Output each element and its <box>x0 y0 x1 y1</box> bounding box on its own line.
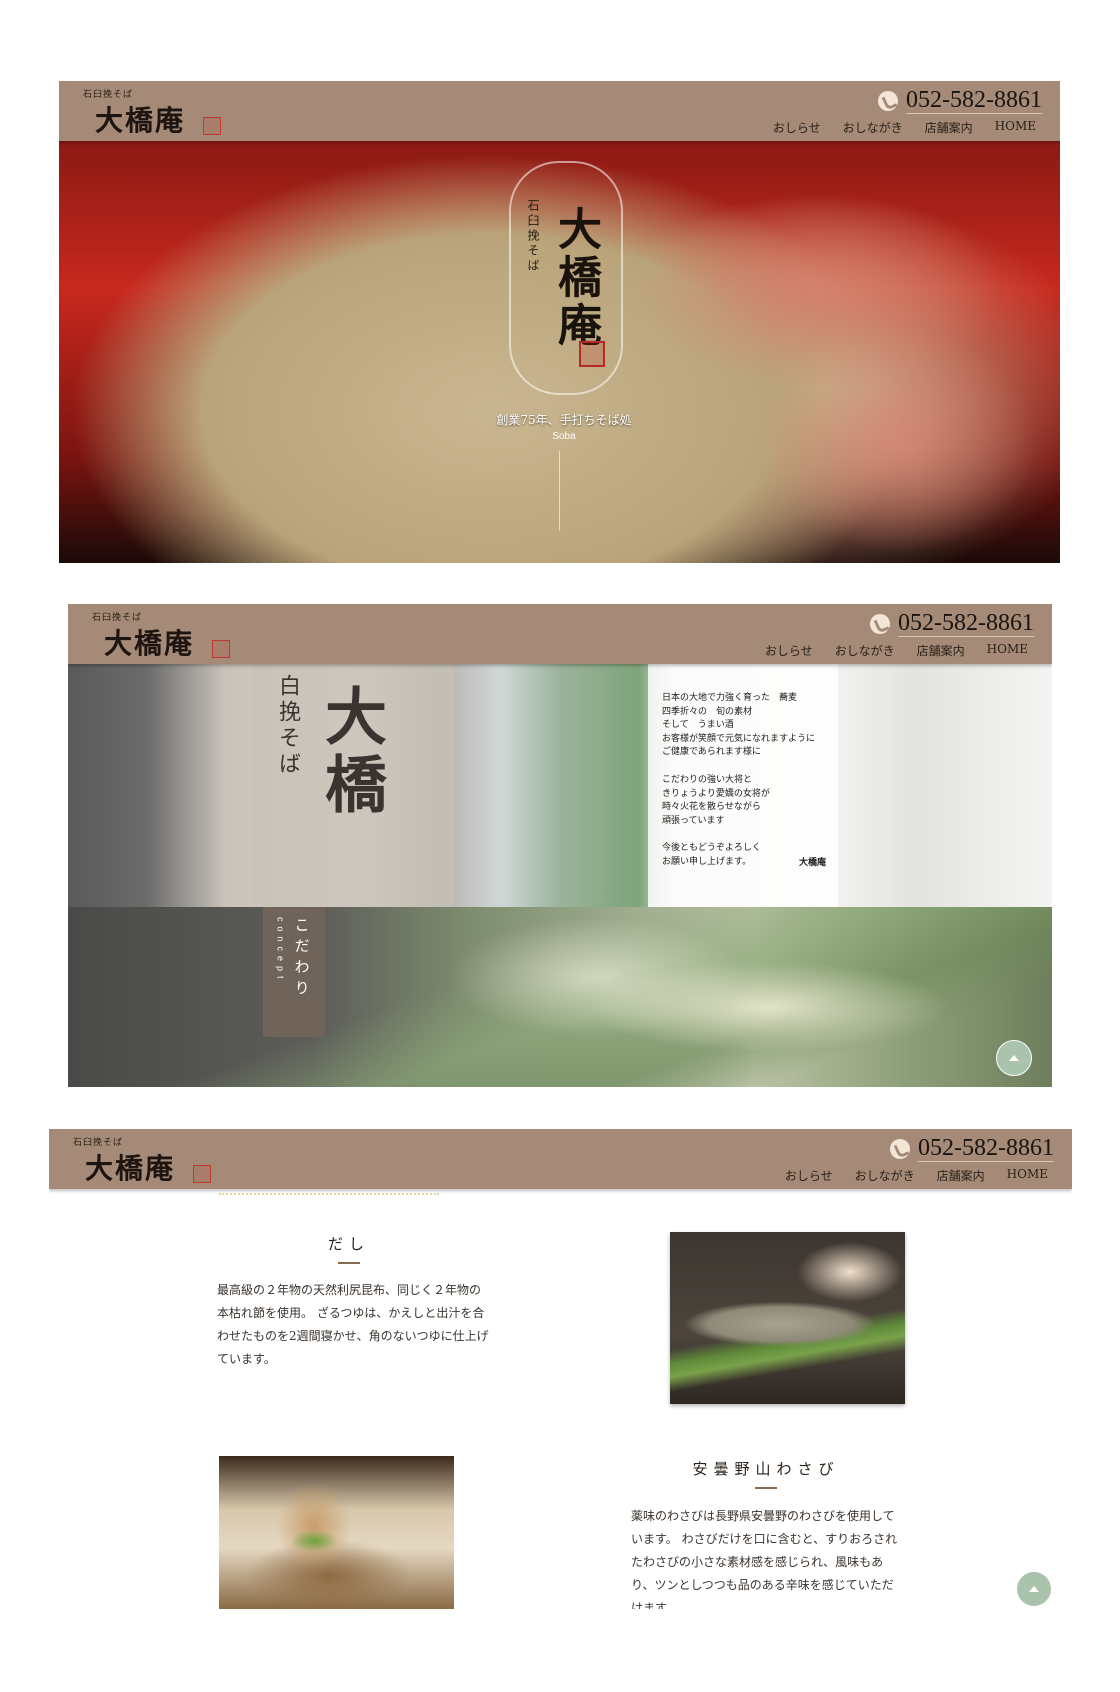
site-logo[interactable]: 石臼挽そば 大橋庵 <box>90 610 230 660</box>
dashi-title: だし <box>299 1233 399 1264</box>
nav-item-news[interactable]: おしらせ <box>773 119 821 136</box>
logo-seal-icon <box>203 117 221 135</box>
site-header: 石臼挽そば 大橋庵 052-582-8861 おしらせ おしながき 店舗案内 H… <box>49 1129 1072 1189</box>
wasabi-text: 薬味のわさびは長野県安曇野のわさびを使用しています。 わさびだけを口に含むと、す… <box>631 1509 898 1609</box>
nav-item-news[interactable]: おしらせ <box>765 642 813 659</box>
owner-message: 日本の大地で力強く育った 蕎麦 四季折々の 旬の素材 そして うまい酒 お客様が… <box>648 664 838 907</box>
nav-item-home[interactable]: HOME <box>995 119 1036 136</box>
divider <box>219 1189 439 1195</box>
back-to-top-button[interactable] <box>1016 1571 1052 1607</box>
site-logo[interactable]: 石臼挽そば 大橋庵 <box>81 87 221 137</box>
main-nav: おしらせ おしながき 店舗案内 HOME <box>765 642 1028 659</box>
message-signature: 大橋庵 <box>798 858 826 869</box>
concept-tab[interactable]: こだわり concept <box>263 907 325 1037</box>
nav-item-news[interactable]: おしらせ <box>785 1167 833 1184</box>
scroll-indicator <box>559 451 560 531</box>
nav-item-store[interactable]: 店舗案内 <box>925 119 973 136</box>
sign-small-text: 白挽そば <box>275 674 300 778</box>
storefront-photo: 白挽そば 大橋 日本の大地で力強く育った 蕎麦 四季折々の 旬の素材 そして う… <box>68 664 1052 907</box>
hero-caption: Soba <box>552 431 576 442</box>
message-paragraph: 日本の大地で力強く育った 蕎麦 四季折々の 旬の素材 そして うまい酒 お客様が… <box>662 693 816 758</box>
crest-seal-icon <box>579 341 605 367</box>
back-to-top-button[interactable] <box>996 1040 1032 1076</box>
nav-item-store[interactable]: 店舗案内 <box>937 1167 985 1184</box>
wasabi-image <box>219 1456 454 1609</box>
wasabi-title-text: 安曇野山わさび <box>692 1460 840 1478</box>
phone-icon <box>870 613 891 634</box>
nav-item-store[interactable]: 店舗案内 <box>917 642 965 659</box>
corn-silk <box>448 917 748 1037</box>
message-paragraph: こだわりの強い大将と きりょうより愛嬌の女将が 時々火花を散らせながら 頑張って… <box>662 774 770 826</box>
logo-name: 大橋庵 <box>104 627 195 660</box>
nav-item-home[interactable]: HOME <box>987 642 1028 659</box>
dashi-title-text: だし <box>327 1235 370 1253</box>
dashi-image <box>670 1232 905 1404</box>
store-sign: 白挽そば 大橋 <box>253 664 453 907</box>
crest-subtitle: 石臼挽そば <box>526 199 540 274</box>
phone-number: 052-582-8861 <box>898 610 1034 637</box>
concept-tab-jp: こだわり <box>292 917 311 1001</box>
site-header: 石臼挽そば 大橋庵 052-582-8861 おしらせ おしながき 店舗案内 H… <box>68 604 1052 664</box>
concept-screenshot: 石臼挽そば 大橋庵 052-582-8861 おしらせ おしながき 店舗案内 H… <box>68 604 1052 1087</box>
details-screenshot: 石臼挽そば 大橋庵 052-582-8861 おしらせ おしながき 店舗案内 H… <box>49 1129 1072 1609</box>
nav-item-menu[interactable]: おしながき <box>843 119 903 136</box>
sign-big-text: 大橋 <box>314 684 387 820</box>
hero-crest: 石臼挽そば 大橋庵 <box>509 161 623 395</box>
phone-contact[interactable]: 052-582-8861 <box>878 87 1042 114</box>
phone-number: 052-582-8861 <box>906 87 1042 114</box>
hero-tagline: 創業75年、手打ちそば処 <box>496 413 632 427</box>
hero-image: 石臼挽そば 大橋庵 創業75年、手打ちそば処 Soba <box>59 141 1060 563</box>
nav-item-menu[interactable]: おしながき <box>835 642 895 659</box>
title-underline <box>338 1262 360 1264</box>
logo-name: 大橋庵 <box>95 104 186 137</box>
phone-contact[interactable]: 052-582-8861 <box>890 1135 1054 1162</box>
nav-item-menu[interactable]: おしながき <box>855 1167 915 1184</box>
hero-screenshot: 石臼挽そば 大橋庵 052-582-8861 おしらせ おしながき 店舗案内 H… <box>59 81 1060 563</box>
crest-name: 大橋庵 <box>550 206 601 350</box>
main-nav: おしらせ おしながき 店舗案内 HOME <box>785 1167 1048 1184</box>
logo-seal-icon <box>193 1165 211 1183</box>
site-header: 石臼挽そば 大橋庵 052-582-8861 おしらせ おしながき 店舗案内 H… <box>59 81 1060 141</box>
phone-number: 052-582-8861 <box>918 1135 1054 1162</box>
arrow-up-icon <box>1029 1586 1039 1592</box>
site-logo[interactable]: 石臼挽そば 大橋庵 <box>71 1135 211 1185</box>
corn-photo: こだわり concept <box>68 907 1052 1087</box>
logo-name: 大橋庵 <box>85 1152 176 1185</box>
phone-icon <box>878 90 899 111</box>
nav-item-home[interactable]: HOME <box>1007 1167 1048 1184</box>
phone-icon <box>890 1138 911 1159</box>
logo-seal-icon <box>212 640 230 658</box>
arrow-up-icon <box>1009 1055 1019 1061</box>
wasabi-title: 安曇野山わさび <box>681 1458 851 1489</box>
main-nav: おしらせ おしながき 店舗案内 HOME <box>773 119 1036 136</box>
dashi-text: 最高級の２年物の天然利尻昆布、同じく２年物の本枯れ節を使用。 ざるつゆは、かえし… <box>217 1283 489 1366</box>
title-underline <box>755 1487 777 1489</box>
phone-contact[interactable]: 052-582-8861 <box>870 610 1034 637</box>
concept-tab-en: concept <box>275 917 286 984</box>
